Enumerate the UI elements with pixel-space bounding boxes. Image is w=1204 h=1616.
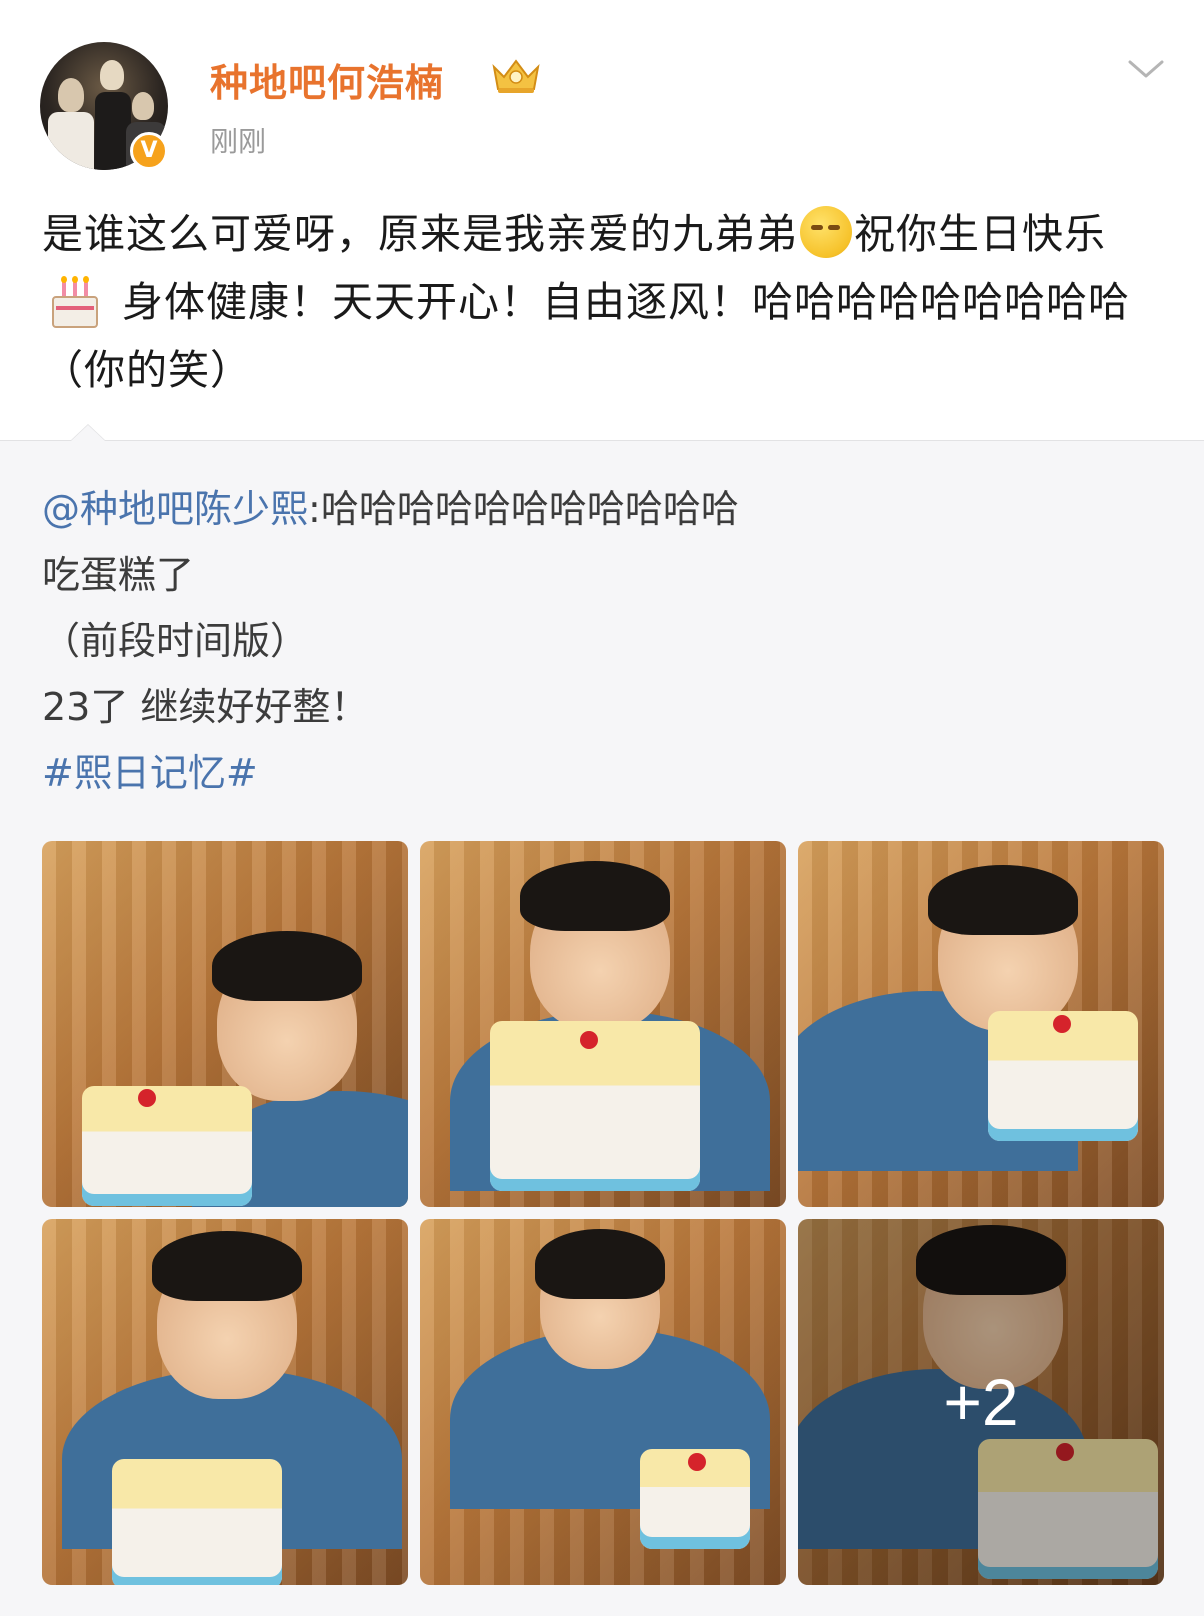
post-time: 刚刚 (210, 125, 267, 158)
verified-v-icon: V (130, 132, 168, 170)
mention-link[interactable]: @种地吧陈少熙 (42, 487, 308, 531)
repost-line-1: @种地吧陈少熙:哈哈哈哈哈哈哈哈哈哈哈 (42, 476, 1172, 542)
photo-thumbnail-3[interactable] (798, 841, 1164, 1207)
more-photos-overlay[interactable]: +2 (798, 1219, 1164, 1585)
photo-grid: +2 (42, 841, 1164, 1585)
repost-line-5: #熙日记忆# (42, 740, 1172, 806)
chevron-down-icon[interactable] (1126, 54, 1166, 84)
post-text-part1: 是谁这么可爱呀，原来是我亲爱的九弟弟 (42, 210, 798, 258)
repost-caret (70, 424, 106, 441)
post-text-part3: 身体健康！天天开心！自由逐风！哈哈哈哈哈哈哈哈哈（你的笑） (42, 278, 1130, 394)
birthday-cake-icon (50, 276, 100, 328)
repost-text: @种地吧陈少熙:哈哈哈哈哈哈哈哈哈哈哈 吃蛋糕了 （前段时间版） 23了 继续好… (42, 476, 1172, 806)
post-body: 是谁这么可爱呀，原来是我亲爱的九弟弟 祝你生日快乐 身体健康！天天开心！自由逐风！… (42, 200, 1172, 404)
photo-thumbnail-2[interactable] (420, 841, 786, 1207)
photo-thumbnail-5[interactable] (420, 1219, 786, 1585)
photo-thumbnail-1[interactable] (42, 841, 408, 1207)
repost-line-2: 吃蛋糕了 (42, 553, 195, 597)
post-text-part2: 祝你生日快乐 (854, 210, 1106, 258)
post-header: V 种地吧何浩楠 刚刚 是谁这么可爱呀，原来是我亲爱的九弟弟 祝你生日快乐 身体健… (0, 0, 1204, 440)
crown-badge-icon[interactable] (490, 55, 542, 95)
repost-line-1-text: :哈哈哈哈哈哈哈哈哈哈哈 (308, 487, 739, 531)
photo-thumbnail-4[interactable] (42, 1219, 408, 1585)
repost-line-3: （前段时间版） (42, 619, 309, 663)
photo-thumbnail-6[interactable]: +2 (798, 1219, 1164, 1585)
hashtag-link[interactable]: #熙日记忆# (42, 751, 258, 795)
username[interactable]: 种地吧何浩楠 (210, 52, 444, 107)
smirk-emoji-icon (800, 206, 852, 258)
repost-line-4: 23了 继续好好整！ (42, 685, 369, 729)
